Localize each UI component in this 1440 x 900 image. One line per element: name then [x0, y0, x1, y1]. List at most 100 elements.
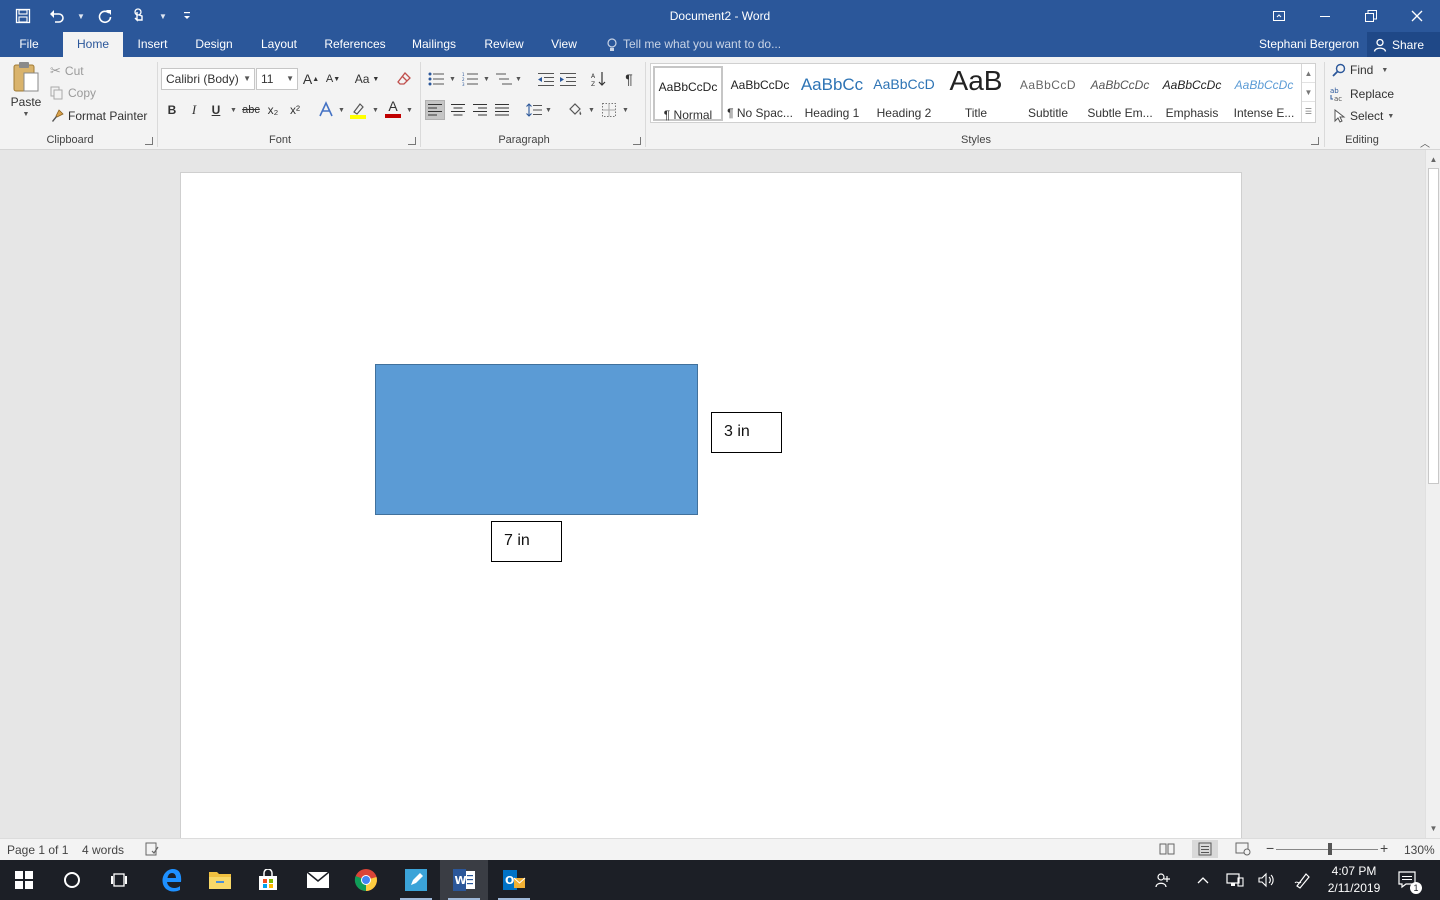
word-count[interactable]: 4 words [82, 843, 124, 857]
ribbon-display-icon[interactable] [1256, 0, 1302, 32]
numbering-icon[interactable]: 123 [460, 69, 480, 89]
rectangle-shape[interactable] [375, 364, 698, 515]
user-name[interactable]: Stephani Bergeron [1259, 32, 1359, 57]
font-color-button[interactable]: A [383, 98, 403, 118]
task-view-icon[interactable] [96, 860, 144, 900]
scroll-up-icon[interactable]: ▲ [1426, 152, 1440, 167]
store-icon[interactable] [244, 860, 292, 900]
align-center-icon[interactable] [448, 100, 468, 120]
zoom-level[interactable]: 130% [1404, 843, 1435, 857]
sort-icon[interactable]: AZ [589, 69, 609, 89]
shading-dropdown-icon[interactable]: ▼ [588, 107, 595, 114]
chrome-icon[interactable] [342, 860, 390, 900]
gallery-up-icon[interactable]: ▲ [1302, 64, 1315, 83]
style-heading-2[interactable]: AaBbCcD Heading 2 [869, 66, 939, 121]
zoom-slider[interactable] [1276, 849, 1378, 850]
scroll-down-icon[interactable]: ▼ [1426, 821, 1440, 836]
line-spacing-icon[interactable] [524, 100, 544, 120]
strikethrough-button[interactable]: abc [240, 100, 262, 120]
tab-mailings[interactable]: Mailings [404, 32, 464, 57]
tell-me-search[interactable]: Tell me what you want to do... [606, 32, 781, 57]
gallery-more-icon[interactable]: ☰ [1302, 102, 1315, 121]
read-mode-icon[interactable] [1159, 842, 1175, 859]
tab-insert[interactable]: Insert [130, 32, 175, 57]
style-normal[interactable]: AaBbCcDc ¶ Normal [653, 66, 723, 122]
close-icon[interactable] [1394, 0, 1440, 32]
tab-view[interactable]: View [544, 32, 584, 57]
style-no-spacing[interactable]: AaBbCcDc ¶ No Spac... [725, 66, 795, 121]
change-case-button[interactable]: Aa ▼ [353, 69, 381, 89]
bullets-icon[interactable] [426, 69, 446, 89]
word-app-icon[interactable]: W [440, 860, 488, 900]
mail-icon[interactable] [294, 860, 342, 900]
minimize-icon[interactable] [1302, 0, 1348, 32]
multilevel-dropdown-icon[interactable]: ▼ [515, 76, 522, 83]
proofing-icon[interactable] [145, 842, 159, 859]
chevron-up-icon[interactable] [1187, 860, 1219, 900]
align-left-icon[interactable] [425, 100, 445, 120]
find-button[interactable]: Find ▼ [1332, 63, 1388, 77]
tab-file[interactable]: File [8, 32, 50, 57]
superscript-button[interactable]: x² [285, 100, 305, 120]
highlight-dropdown-icon[interactable]: ▼ [372, 107, 379, 114]
style-subtitle[interactable]: AaBbCcD Subtitle [1013, 66, 1083, 121]
pen-app-icon[interactable] [392, 860, 440, 900]
font-name-box[interactable]: Calibri (Body) ▼ [161, 68, 255, 90]
decrease-indent-icon[interactable] [536, 69, 556, 89]
clear-formatting-icon[interactable] [394, 69, 414, 89]
cortana-icon[interactable] [48, 860, 96, 900]
underline-button[interactable]: U [206, 100, 226, 120]
print-layout-icon[interactable] [1192, 840, 1218, 858]
tab-layout[interactable]: Layout [253, 32, 305, 57]
bold-button[interactable]: B [162, 100, 182, 120]
file-explorer-icon[interactable] [196, 860, 244, 900]
increase-indent-icon[interactable] [558, 69, 578, 89]
tab-references[interactable]: References [319, 32, 391, 57]
share-button[interactable]: Share [1367, 32, 1440, 57]
font-name-dropdown-icon[interactable]: ▼ [243, 69, 251, 89]
document-page[interactable] [180, 172, 1242, 838]
highlight-icon[interactable] [348, 100, 368, 120]
font-color-dropdown-icon[interactable]: ▼ [406, 107, 413, 114]
cut-button[interactable]: ✂ Cut [50, 63, 84, 79]
numbering-dropdown-icon[interactable]: ▼ [483, 76, 490, 83]
line-spacing-dropdown-icon[interactable]: ▼ [545, 107, 552, 114]
web-layout-icon[interactable] [1235, 842, 1251, 859]
people-icon[interactable] [1147, 860, 1179, 900]
vertical-scrollbar[interactable]: ▲ ▼ [1425, 150, 1440, 838]
align-right-icon[interactable] [470, 100, 490, 120]
height-label-textbox[interactable]: 3 in [711, 412, 782, 453]
network-icon[interactable] [1219, 860, 1251, 900]
underline-dropdown-icon[interactable]: ▼ [230, 107, 237, 114]
collapse-ribbon-icon[interactable]: ︿ [1420, 135, 1430, 150]
tab-home[interactable]: Home [63, 32, 123, 57]
paste-button[interactable]: Paste ▼ [8, 61, 44, 129]
font-launcher-icon[interactable] [408, 137, 416, 145]
outlook-app-icon[interactable]: O [490, 860, 538, 900]
find-dropdown-icon[interactable]: ▼ [1381, 67, 1388, 74]
style-intense-emphasis[interactable]: AaBbCcDc Intense E... [1229, 66, 1299, 121]
width-label-textbox[interactable]: 7 in [491, 521, 562, 562]
styles-launcher-icon[interactable] [1311, 137, 1319, 145]
windows-ink-icon[interactable] [1287, 860, 1319, 900]
italic-button[interactable]: I [184, 100, 204, 120]
scrollbar-thumb[interactable] [1428, 168, 1439, 484]
show-marks-icon[interactable]: ¶ [619, 69, 639, 89]
shrink-font-icon[interactable]: A ▼ [323, 69, 343, 89]
action-center-icon[interactable]: 1 [1392, 860, 1424, 900]
restore-icon[interactable] [1348, 0, 1394, 32]
replace-button[interactable]: ab ac Replace [1330, 86, 1394, 102]
zoom-in-button[interactable]: + [1380, 840, 1388, 856]
paragraph-launcher-icon[interactable] [633, 137, 641, 145]
format-painter-button[interactable]: Format Painter [50, 109, 147, 123]
font-size-dropdown-icon[interactable]: ▼ [286, 69, 294, 89]
tab-design[interactable]: Design [188, 32, 240, 57]
style-subtle-emphasis[interactable]: AaBbCcDc Subtle Em... [1085, 66, 1155, 121]
select-button[interactable]: Select ▼ [1332, 109, 1394, 123]
edge-browser-icon[interactable] [148, 860, 196, 900]
select-dropdown-icon[interactable]: ▼ [1387, 113, 1394, 120]
system-clock[interactable]: 4:07 PM 2/11/2019 [1318, 863, 1390, 897]
page-count[interactable]: Page 1 of 1 [7, 843, 68, 857]
style-emphasis[interactable]: AaBbCcDc Emphasis [1157, 66, 1227, 121]
style-heading-1[interactable]: AaBbCc Heading 1 [797, 66, 867, 121]
